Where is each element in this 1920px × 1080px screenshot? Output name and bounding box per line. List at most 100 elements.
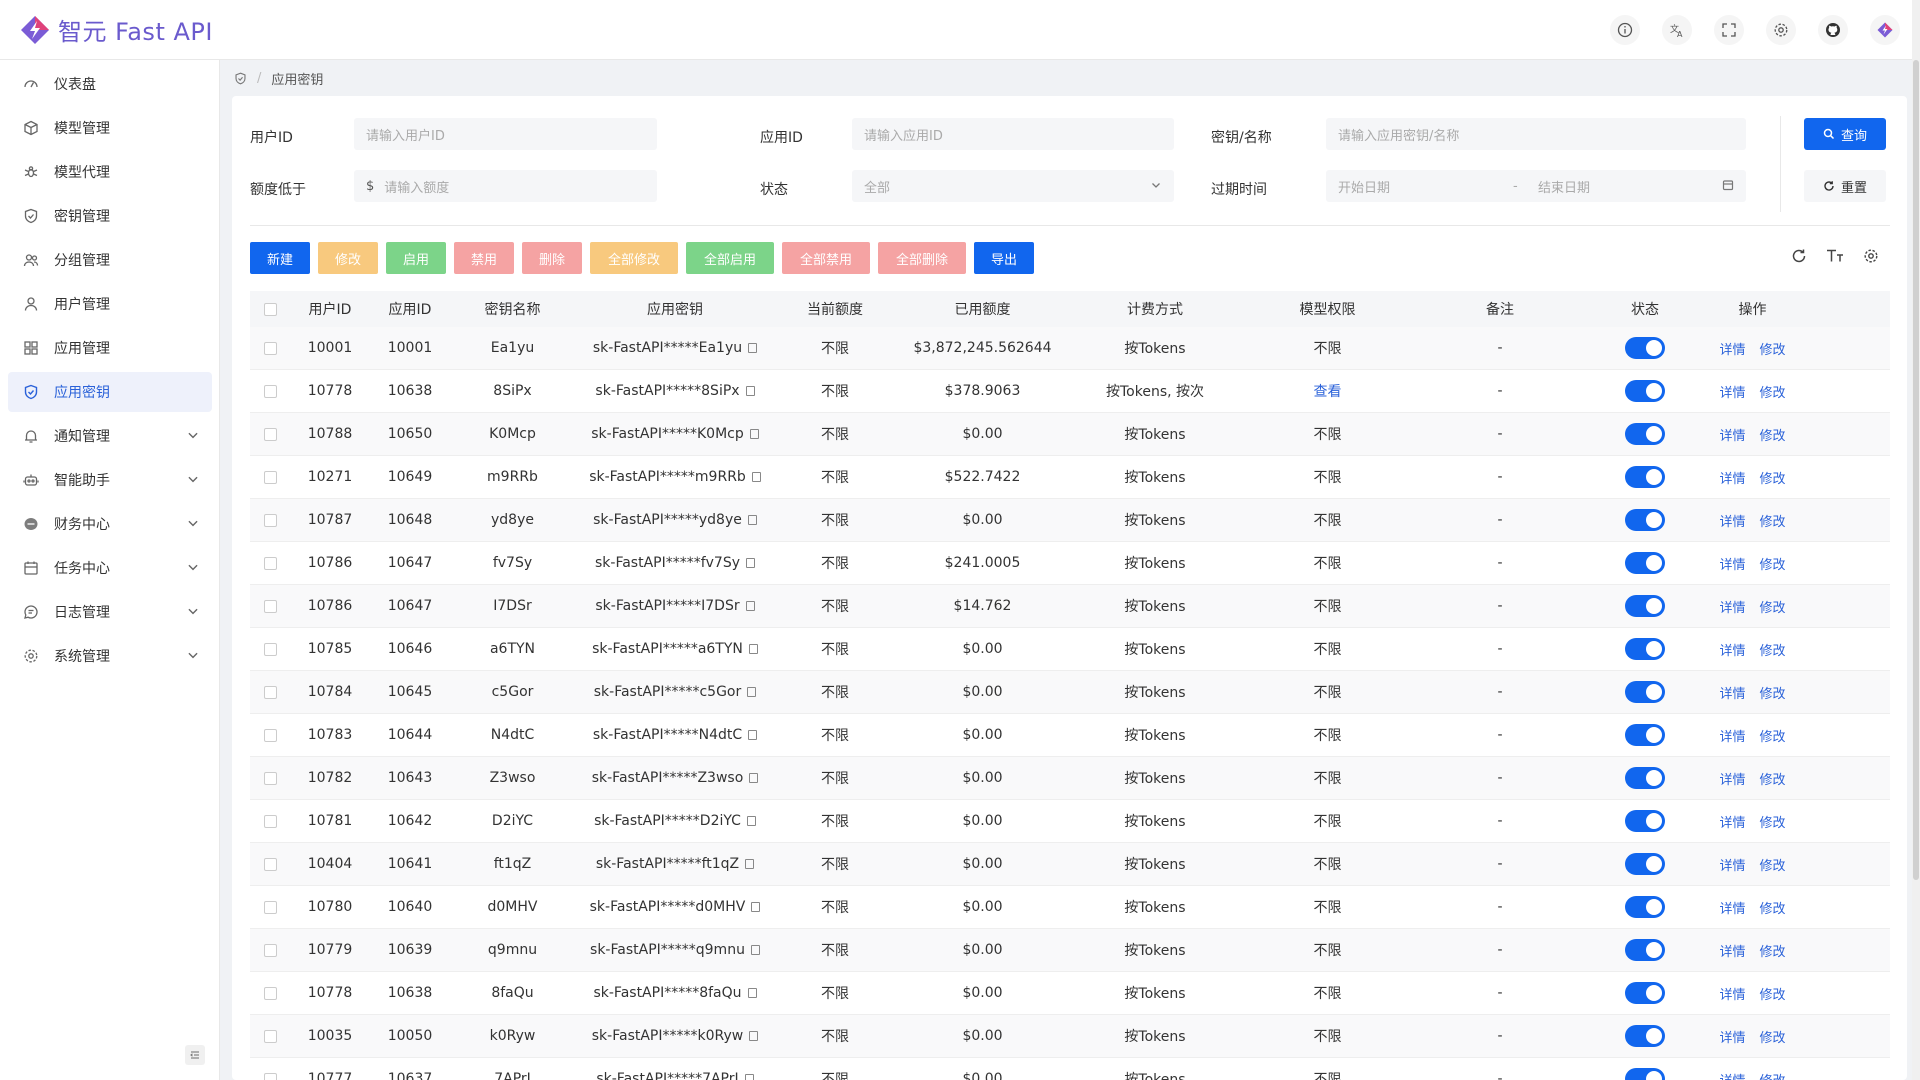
column-header[interactable]: 应用ID	[370, 299, 450, 319]
row-checkbox[interactable]	[263, 599, 277, 613]
toolbar-button-8[interactable]: 全部删除	[878, 242, 966, 274]
copy-icon[interactable]	[744, 1074, 754, 1080]
detail-link[interactable]: 详情	[1719, 640, 1745, 659]
collapse-sidebar-icon[interactable]	[185, 1045, 205, 1065]
column-header[interactable]: 状态	[1585, 299, 1705, 319]
edit-link[interactable]: 修改	[1760, 941, 1786, 960]
status-toggle[interactable]	[1625, 509, 1665, 531]
row-checkbox[interactable]	[263, 642, 277, 656]
reset-button[interactable]: 重置	[1804, 170, 1886, 202]
scrollbar-thumb[interactable]	[1913, 60, 1919, 880]
edit-link[interactable]: 修改	[1760, 1070, 1786, 1080]
table-row[interactable]: 10404 10641 ft1qZ sk-FastAPI*****ft1qZ 不限 $0.…	[250, 843, 1890, 886]
quota-input[interactable]: $ 请输入额度	[354, 170, 657, 202]
column-header[interactable]: 密钥名称	[450, 299, 575, 319]
row-checkbox[interactable]	[263, 814, 277, 828]
detail-link[interactable]: 详情	[1719, 425, 1745, 444]
sidebar-item-6[interactable]: 应用管理	[8, 328, 212, 368]
table-row[interactable]: 10781 10642 D2iYC sk-FastAPI*****D2iYC 不限 $0.…	[250, 800, 1890, 843]
sidebar-item-1[interactable]: 模型管理	[8, 108, 212, 148]
copy-icon[interactable]	[745, 859, 755, 869]
status-toggle[interactable]	[1625, 939, 1665, 961]
table-row[interactable]: 10035 10050 k0Ryw sk-FastAPI*****k0Ryw 不限 $0.…	[250, 1015, 1890, 1058]
table-row[interactable]: 10784 10645 c5Gor sk-FastAPI*****c5Gor 不限 $0.…	[250, 671, 1890, 714]
row-checkbox[interactable]	[263, 1029, 277, 1043]
table-row[interactable]: 10786 10647 fv7Sy sk-FastAPI*****fv7Sy 不限 $24…	[250, 542, 1890, 585]
detail-link[interactable]: 详情	[1719, 1027, 1745, 1046]
row-checkbox[interactable]	[263, 513, 277, 527]
sidebar-item-11[interactable]: 任务中心	[8, 548, 212, 588]
row-checkbox[interactable]	[263, 427, 277, 441]
row-checkbox[interactable]	[263, 728, 277, 742]
table-row[interactable]: 10782 10643 Z3wso sk-FastAPI*****Z3wso 不限 $0.…	[250, 757, 1890, 800]
table-row[interactable]: 10001 10001 Ea1yu sk-FastAPI*****Ea1yu 不限 $3,…	[250, 327, 1890, 370]
column-header[interactable]: 备注	[1415, 299, 1585, 319]
sidebar-item-12[interactable]: 日志管理	[8, 592, 212, 632]
status-toggle[interactable]	[1625, 380, 1665, 402]
detail-link[interactable]: 详情	[1719, 511, 1745, 530]
status-toggle[interactable]	[1625, 810, 1665, 832]
column-header[interactable]: 计费方式	[1070, 299, 1240, 319]
page-scrollbar[interactable]	[1912, 0, 1920, 1080]
table-row[interactable]: 10788 10650 K0Mcp sk-FastAPI*****K0Mcp 不限 $0.…	[250, 413, 1890, 456]
copy-icon[interactable]	[745, 386, 755, 396]
table-row[interactable]: 10783 10644 N4dtC sk-FastAPI*****N4dtC 不限 $0.…	[250, 714, 1890, 757]
model-permission-link[interactable]: 查看	[1240, 381, 1415, 401]
row-checkbox[interactable]	[263, 771, 277, 785]
app-id-input[interactable]: 请输入应用ID	[852, 118, 1174, 150]
edit-link[interactable]: 修改	[1760, 726, 1786, 745]
detail-link[interactable]: 详情	[1719, 769, 1745, 788]
status-toggle[interactable]	[1625, 466, 1665, 488]
sidebar-item-2[interactable]: 模型代理	[8, 152, 212, 192]
column-header[interactable]: 应用密钥	[575, 299, 775, 319]
avatar-logo-icon[interactable]	[1870, 15, 1900, 45]
status-select[interactable]: 全部	[852, 170, 1174, 202]
detail-link[interactable]: 详情	[1719, 984, 1745, 1003]
status-toggle[interactable]	[1625, 552, 1665, 574]
toolbar-button-6[interactable]: 全部启用	[686, 242, 774, 274]
row-checkbox[interactable]	[263, 900, 277, 914]
edit-link[interactable]: 修改	[1760, 769, 1786, 788]
detail-link[interactable]: 详情	[1719, 597, 1745, 616]
edit-link[interactable]: 修改	[1760, 511, 1786, 530]
status-toggle[interactable]	[1625, 896, 1665, 918]
status-toggle[interactable]	[1625, 1068, 1665, 1080]
user-id-input[interactable]: 请输入用户ID	[354, 118, 657, 150]
copy-icon[interactable]	[749, 429, 759, 439]
table-row[interactable]: 10779 10639 q9mnu sk-FastAPI*****q9mnu 不限 $0.…	[250, 929, 1890, 972]
status-toggle[interactable]	[1625, 337, 1665, 359]
status-toggle[interactable]	[1625, 595, 1665, 617]
edit-link[interactable]: 修改	[1760, 812, 1786, 831]
row-checkbox[interactable]	[263, 986, 277, 1000]
text-size-icon[interactable]	[1825, 246, 1845, 266]
edit-link[interactable]: 修改	[1760, 640, 1786, 659]
detail-link[interactable]: 详情	[1719, 941, 1745, 960]
copy-icon[interactable]	[746, 558, 756, 568]
copy-icon[interactable]	[747, 687, 757, 697]
status-toggle[interactable]	[1625, 681, 1665, 703]
edit-link[interactable]: 修改	[1760, 468, 1786, 487]
sidebar-item-0[interactable]: 仪表盘	[8, 64, 212, 104]
toolbar-button-9[interactable]: 导出	[974, 242, 1034, 274]
row-checkbox[interactable]	[263, 470, 277, 484]
query-button[interactable]: 查询	[1804, 118, 1886, 150]
row-checkbox[interactable]	[263, 857, 277, 871]
detail-link[interactable]: 详情	[1719, 554, 1745, 573]
column-header[interactable]: 操作	[1705, 299, 1800, 319]
detail-link[interactable]: 详情	[1719, 898, 1745, 917]
table-row[interactable]: 10786 10647 I7DSr sk-FastAPI*****I7DSr 不限 $14…	[250, 585, 1890, 628]
toolbar-button-1[interactable]: 修改	[318, 242, 378, 274]
edit-link[interactable]: 修改	[1760, 382, 1786, 401]
sidebar-item-9[interactable]: 智能助手	[8, 460, 212, 500]
status-toggle[interactable]	[1625, 724, 1665, 746]
row-checkbox[interactable]	[263, 556, 277, 570]
edit-link[interactable]: 修改	[1760, 683, 1786, 702]
copy-icon[interactable]	[749, 1031, 759, 1041]
info-icon[interactable]	[1610, 15, 1640, 45]
copy-icon[interactable]	[748, 644, 758, 654]
key-search-input[interactable]: 请输入应用密钥/名称	[1326, 118, 1746, 150]
edit-link[interactable]: 修改	[1760, 984, 1786, 1003]
toolbar-button-4[interactable]: 删除	[522, 242, 582, 274]
edit-link[interactable]: 修改	[1760, 1027, 1786, 1046]
copy-icon[interactable]	[751, 472, 761, 482]
